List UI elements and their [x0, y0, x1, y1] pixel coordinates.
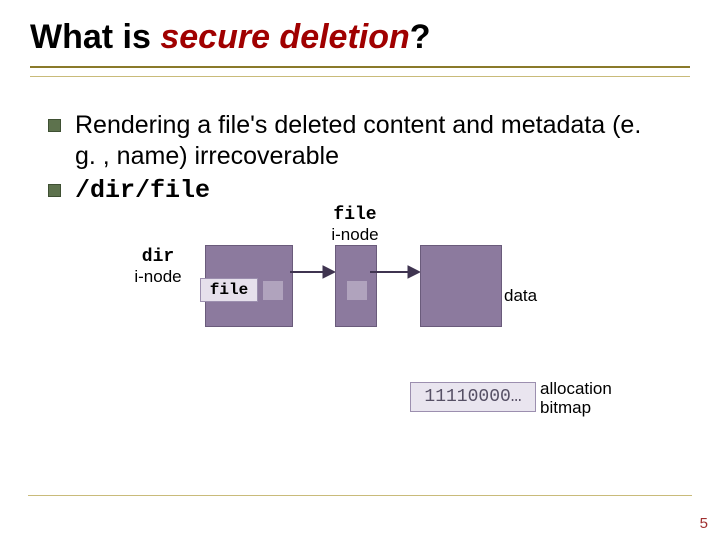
- bitmap-box: 11110000…: [410, 382, 536, 412]
- bullet-text: Rendering a file's deleted content and m…: [75, 110, 668, 173]
- allocation-bitmap-label: allocation bitmap: [540, 380, 630, 417]
- file-entry-slot: file: [200, 278, 258, 302]
- alloc-label-1: allocation: [540, 379, 612, 398]
- title-plain2: ?: [410, 18, 431, 56]
- slide-number: 5: [700, 515, 708, 532]
- data-box: [420, 245, 502, 327]
- bullet-item: Rendering a file's deleted content and m…: [48, 110, 668, 173]
- dir-ptr-slot: [262, 280, 284, 301]
- title-emphasis: secure deletion: [160, 18, 409, 56]
- data-label: data: [504, 287, 554, 306]
- dir-label-inode: i-node: [134, 267, 181, 286]
- bullet-icon: [48, 119, 61, 132]
- bullet-text-mono: /dir/file: [75, 175, 210, 206]
- file-label-inode: i-node: [331, 225, 378, 244]
- footer-divider: [28, 495, 692, 496]
- diagram: dir i-node file file i-node data 1111000…: [120, 227, 680, 447]
- arrow-icon: [290, 262, 335, 286]
- file-label-mono: file: [333, 205, 376, 225]
- bullet-item: /dir/file: [48, 175, 668, 206]
- file-inode-box: [335, 245, 377, 327]
- dir-inode-box: file: [205, 245, 293, 327]
- dir-inode-label: dir i-node: [128, 247, 188, 286]
- bullet-list: Rendering a file's deleted content and m…: [48, 110, 668, 208]
- arrow-icon: [370, 262, 420, 286]
- slide-title: What is secure deletion?: [30, 18, 431, 57]
- file-ptr-slot: [346, 280, 368, 301]
- title-plain1: What is: [30, 18, 160, 56]
- dir-label-mono: dir: [142, 247, 174, 267]
- alloc-label-2: bitmap: [540, 398, 591, 417]
- title-underline: [30, 66, 690, 77]
- bullet-icon: [48, 184, 61, 197]
- file-inode-label: file i-node: [325, 205, 385, 244]
